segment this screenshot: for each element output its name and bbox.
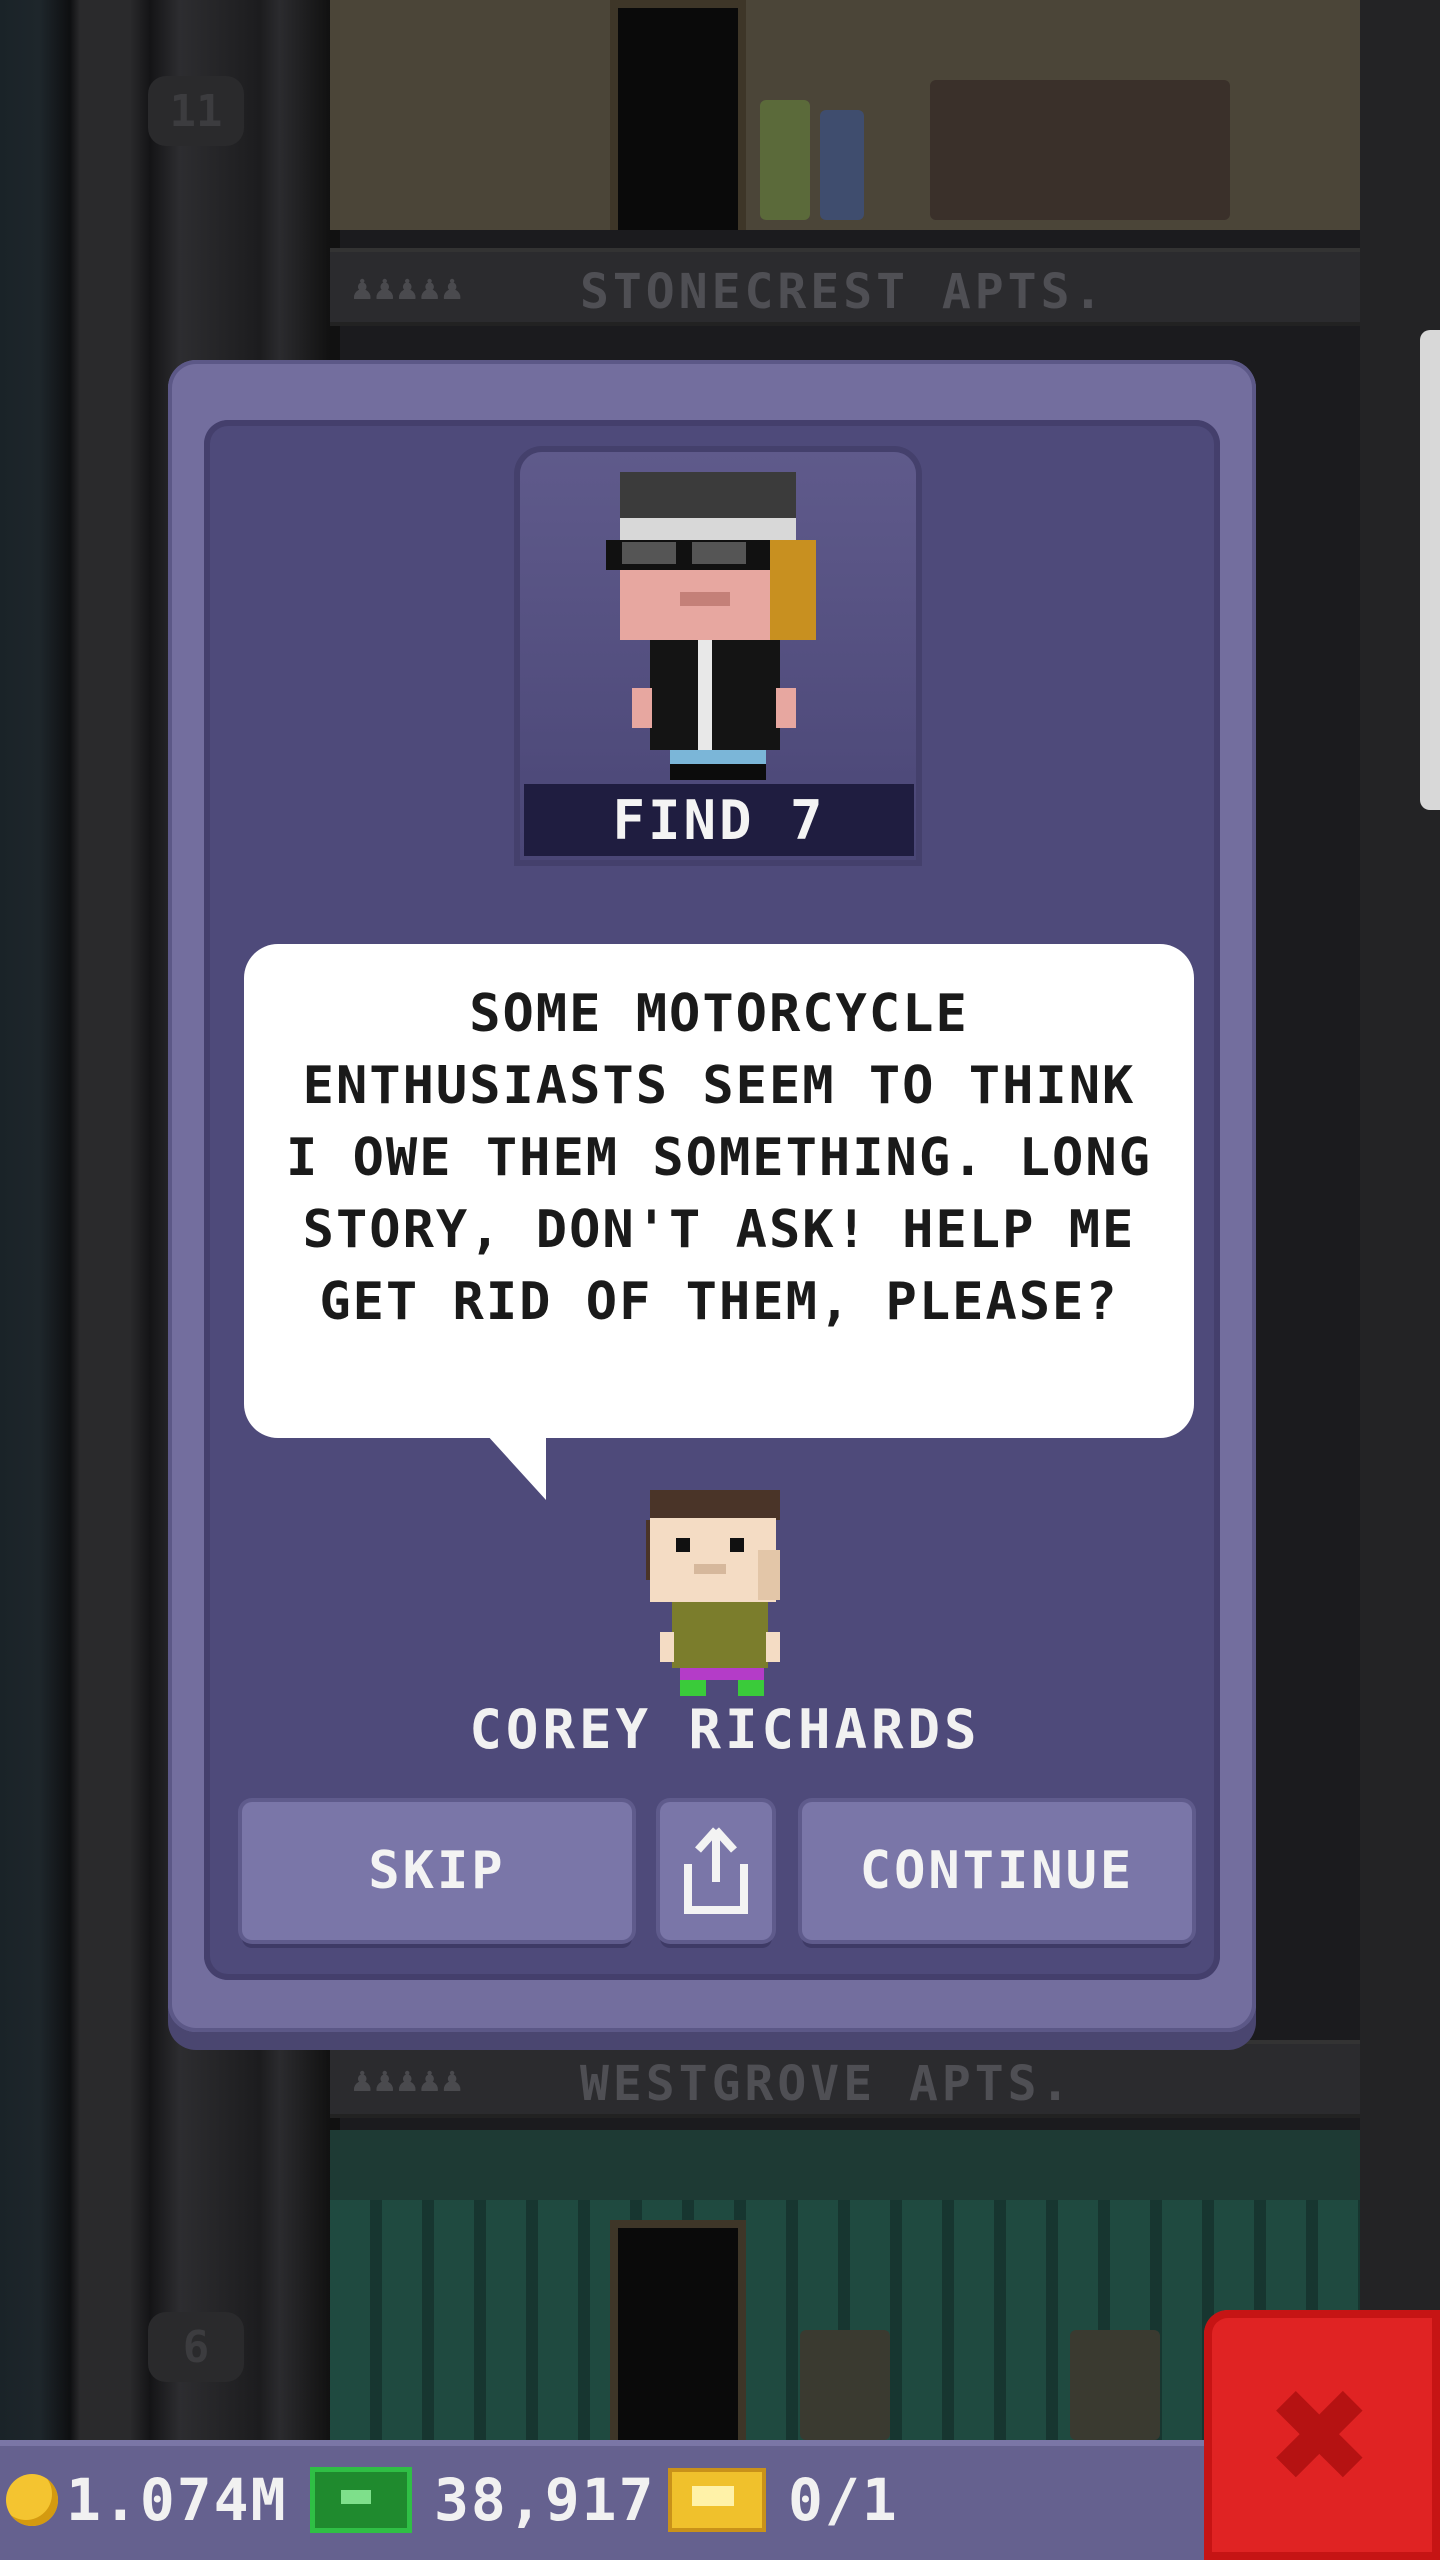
npc-speech-text: SOME MOTORCYCLE ENTHUSIASTS SEEM TO THIN… [286,984,1152,1332]
share-button[interactable] [660,1802,772,1940]
close-button[interactable]: ✖ [1204,2310,1440,2560]
resource-bar: 1.074M 38,917 0/1 [0,2440,1204,2560]
skip-button[interactable]: SKIP [242,1802,632,1940]
floor-sign-top: ♟♟♟♟♟ STONECREST APTS. [330,248,1360,326]
resident-figure [1070,2330,1160,2440]
apartment-door [610,0,746,230]
tickets-counter[interactable]: 0/1 [668,2440,899,2560]
floor-stonecrest [330,0,1360,230]
apartment-furniture [930,80,1230,220]
continue-button[interactable]: CONTINUE [802,1802,1192,1940]
floor-name: STONECREST APTS. [580,264,1107,320]
resident-figure [760,100,810,220]
npc-avatar-icon [646,1490,780,1696]
floor-capacity: ♟♟♟♟♟ [352,2060,465,2100]
tickets-value: 0/1 [788,2466,899,2534]
biker-character-icon [606,472,816,780]
speech-bubble-tail [486,1434,546,1500]
npc-name: COREY RICHARDS [469,1698,981,1761]
speech-bubble: SOME MOTORCYCLE ENTHUSIASTS SEEM TO THIN… [244,944,1194,1438]
coin-icon [6,2474,58,2526]
close-icon: ✖ [1270,2336,1374,2534]
bux-counter[interactable]: 38,917 [310,2440,656,2560]
mission-target-caption: FIND 7 [524,784,914,856]
floor-number-top: 11 [148,76,244,146]
apartment-door [610,2220,746,2440]
share-icon [684,1827,748,1914]
coins-value: 1.074M [66,2466,288,2534]
resident-figure [820,110,864,220]
scrollbar-thumb[interactable] [1420,330,1440,810]
floor-capacity: ♟♟♟♟♟ [352,268,465,308]
coins-counter[interactable]: 1.074M [6,2440,288,2560]
floor-number-bottom: 6 [148,2312,244,2382]
bux-value: 38,917 [434,2466,656,2534]
ticket-icon [668,2468,766,2532]
floor-sign-bottom: ♟♟♟♟♟ WESTGROVE APTS. [330,2040,1360,2118]
resident-figure [800,2330,890,2440]
floor-name: WESTGROVE APTS. [580,2056,1074,2112]
bux-icon [310,2467,412,2533]
